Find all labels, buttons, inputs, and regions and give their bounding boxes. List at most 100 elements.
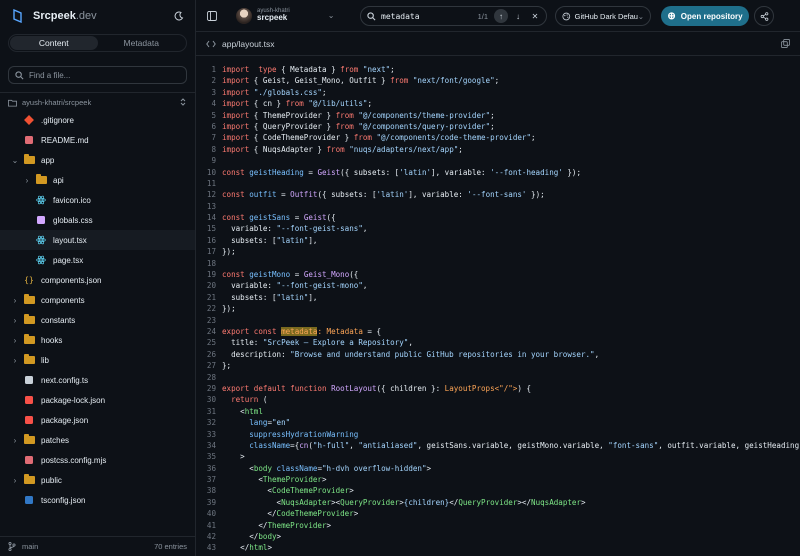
code-token: import bbox=[222, 99, 250, 109]
code-token: 'latin' bbox=[376, 190, 409, 200]
code-token: < bbox=[222, 406, 245, 416]
tree-item-label: constants bbox=[41, 315, 76, 325]
code-token: }); bbox=[562, 167, 582, 177]
line-number: 1 bbox=[211, 65, 216, 74]
tree-folder[interactable]: › components bbox=[0, 290, 195, 310]
tab-metadata[interactable]: Metadata bbox=[98, 36, 186, 50]
tree-folder[interactable]: › public bbox=[0, 470, 195, 490]
find-file-input[interactable]: Find a file... bbox=[8, 66, 187, 84]
sidebar-footer: main 70 entries bbox=[0, 536, 195, 556]
code-token: > bbox=[222, 452, 245, 462]
css-icon bbox=[35, 214, 47, 226]
chevron-right-icon: › bbox=[13, 295, 17, 305]
code-text: }); bbox=[222, 303, 236, 314]
code-line: 31 <html bbox=[196, 406, 800, 417]
code-token: import bbox=[222, 110, 250, 120]
line-number: 12 bbox=[206, 190, 216, 200]
code-text: variable: "--font-geist-sans", bbox=[222, 223, 367, 234]
code-token: > bbox=[326, 520, 332, 530]
folder-icon bbox=[23, 334, 35, 346]
code-token: { Metadata } bbox=[276, 65, 341, 74]
tree-file[interactable]: page.tsx bbox=[0, 250, 195, 270]
sidebar-toggle-icon[interactable] bbox=[204, 8, 220, 24]
code-token: "Browse and understand public GitHub rep… bbox=[290, 349, 595, 359]
copy-icon[interactable] bbox=[781, 35, 790, 53]
code-token: export default function bbox=[222, 383, 327, 393]
code-token: from bbox=[390, 76, 409, 86]
code-token: , bbox=[594, 349, 600, 359]
tree-file[interactable]: postcss.config.mjs bbox=[0, 450, 195, 470]
tree-item-label: .gitignore bbox=[41, 115, 74, 125]
tree-item-label: components.json bbox=[41, 275, 102, 285]
postcss-icon bbox=[23, 454, 35, 466]
tree-file[interactable]: package.json bbox=[0, 410, 195, 430]
line-number: 33 bbox=[206, 429, 216, 439]
open-repository-button[interactable]: ⊕ Open repository bbox=[661, 6, 749, 26]
code-line: 13 bbox=[196, 201, 800, 212]
tree-file[interactable]: favicon.ico bbox=[0, 190, 195, 210]
tree-folder[interactable]: ⌄ app bbox=[0, 150, 195, 170]
tree-folder[interactable]: › lib bbox=[0, 350, 195, 370]
line-number: 21 bbox=[206, 292, 216, 302]
chevron-right-icon: › bbox=[13, 355, 17, 365]
tree-item-label: lib bbox=[41, 355, 50, 365]
line-number: 24 bbox=[206, 326, 216, 336]
tree-folder[interactable]: › constants bbox=[0, 310, 195, 330]
tree-folder[interactable]: › api bbox=[0, 170, 195, 190]
tree-file[interactable]: package-lock.json bbox=[0, 390, 195, 410]
tab-content[interactable]: Content bbox=[10, 36, 98, 50]
code-token: "SrcPeek — Explore a Repository" bbox=[262, 338, 409, 348]
code-token: html bbox=[244, 406, 263, 416]
code-token: ( bbox=[258, 395, 268, 405]
code-token: from bbox=[326, 144, 345, 154]
collapse-all-icon[interactable] bbox=[179, 97, 187, 108]
close-icon[interactable]: ✕ bbox=[528, 9, 542, 23]
ts-icon bbox=[23, 494, 35, 506]
previous-match-icon[interactable]: ↑ bbox=[494, 9, 508, 23]
code-token: ; bbox=[494, 76, 500, 86]
branch-name[interactable]: main bbox=[22, 542, 38, 551]
line-number: 11 bbox=[206, 178, 216, 188]
code-token: ], bbox=[308, 292, 318, 302]
tree-file[interactable]: next.config.ts bbox=[0, 370, 195, 390]
next-match-icon[interactable]: ↓ bbox=[511, 9, 525, 23]
code-search[interactable]: metadata 1/1 ↑ ↓ ✕ bbox=[360, 6, 547, 26]
repo-selector[interactable]: ayush-khatri srcpeek bbox=[257, 8, 290, 23]
line-number: 30 bbox=[206, 395, 216, 405]
code-text: className={cn("h-full", "antialiased", g… bbox=[222, 440, 800, 451]
tree-folder[interactable]: › patches bbox=[0, 430, 195, 450]
code-text: > bbox=[222, 451, 245, 462]
chevron-down-icon[interactable]: ⌄ bbox=[328, 11, 335, 20]
code-token: "nuqs/adapters/next/app" bbox=[349, 144, 459, 154]
code-token: , bbox=[362, 224, 368, 234]
chevron-right-icon: › bbox=[13, 335, 17, 345]
theme-toggle-icon[interactable] bbox=[171, 8, 187, 24]
file-header: app/layout.tsx bbox=[196, 32, 800, 56]
tree-file[interactable]: globals.css bbox=[0, 210, 195, 230]
tree-folder[interactable]: › hooks bbox=[0, 330, 195, 350]
sidebar-tabs: Content Metadata bbox=[8, 34, 187, 52]
code-line: 35 > bbox=[196, 451, 800, 462]
code-token: description: bbox=[222, 349, 291, 359]
react-icon bbox=[35, 234, 47, 246]
code-line: 8 import { NuqsAdapter } from "nuqs/adapt… bbox=[196, 144, 800, 155]
search-input[interactable]: metadata bbox=[381, 12, 420, 21]
brand-name[interactable]: Srcpeek.dev bbox=[33, 10, 97, 22]
code-token: body bbox=[253, 463, 272, 473]
tree-file[interactable]: layout.tsx bbox=[0, 230, 195, 250]
code-text: <CodeThemeProvider> bbox=[222, 485, 353, 496]
tree-file[interactable]: .gitignore bbox=[0, 110, 195, 130]
tree-file[interactable]: tsconfig.json bbox=[0, 490, 195, 510]
share-button[interactable] bbox=[754, 6, 774, 26]
tree-file[interactable]: {} components.json bbox=[0, 270, 195, 290]
line-number: 4 bbox=[211, 99, 216, 109]
code-line: 16 subsets: ["latin"], bbox=[196, 235, 800, 246]
code-token: >< bbox=[331, 497, 341, 507]
file-path: app/layout.tsx bbox=[222, 38, 275, 49]
code-token: , bbox=[349, 440, 359, 450]
tree-file[interactable]: README.md bbox=[0, 130, 195, 150]
theme-select[interactable]: GitHub Dark Default ⌄ bbox=[555, 6, 651, 26]
code-token: NuqsAdapter bbox=[281, 497, 332, 507]
code-token: = bbox=[303, 167, 318, 177]
